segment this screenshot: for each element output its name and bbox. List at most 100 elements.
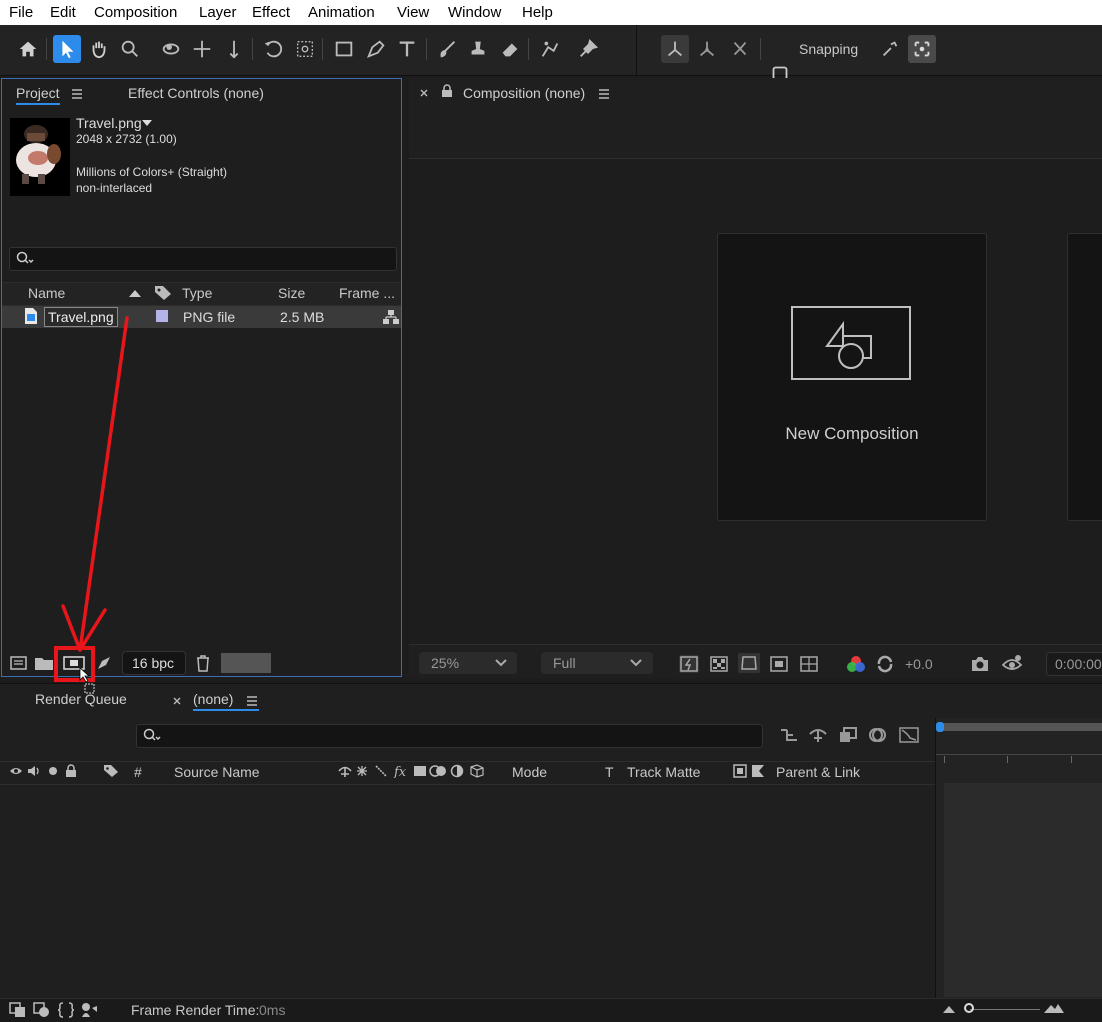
rotation-tool-icon[interactable] bbox=[259, 35, 287, 63]
col-parent-link[interactable]: Parent & Link bbox=[776, 764, 860, 780]
lock-icon[interactable] bbox=[441, 84, 453, 98]
view-axis-icon[interactable] bbox=[726, 35, 754, 63]
panel-menu-icon[interactable] bbox=[245, 694, 259, 708]
label-color-swatch[interactable] bbox=[156, 310, 168, 322]
pen-nib-icon[interactable] bbox=[96, 655, 112, 671]
menu-edit[interactable]: Edit bbox=[50, 4, 76, 21]
zoom-slider-thumb[interactable] bbox=[964, 1003, 974, 1013]
new-composition-card[interactable]: New Composition bbox=[717, 233, 987, 521]
work-area-start-handle[interactable] bbox=[936, 722, 944, 732]
zoom-tool-icon[interactable] bbox=[116, 35, 144, 63]
menu-effect[interactable]: Effect bbox=[252, 4, 290, 21]
transfer-controls-toggle-icon[interactable] bbox=[33, 1002, 51, 1018]
tab-composition[interactable]: Composition (none) bbox=[463, 85, 585, 101]
pen-tool-icon[interactable] bbox=[362, 35, 390, 63]
dropdown-arrow-icon[interactable] bbox=[141, 118, 153, 128]
shy-layers-icon[interactable] bbox=[808, 726, 828, 744]
zoom-out-mountain-icon[interactable] bbox=[942, 1004, 956, 1014]
graph-editor-icon[interactable] bbox=[898, 726, 920, 744]
menu-animation[interactable]: Animation bbox=[308, 4, 375, 21]
col-source-name[interactable]: Source Name bbox=[174, 764, 260, 780]
flowchart-icon[interactable] bbox=[382, 309, 400, 325]
in-out-toggle-icon[interactable] bbox=[57, 1002, 75, 1018]
col-track-matte[interactable]: Track Matte bbox=[627, 764, 700, 780]
type-tool-icon[interactable] bbox=[393, 35, 421, 63]
work-area-bar[interactable] bbox=[937, 723, 1102, 731]
label-tag-icon[interactable] bbox=[103, 764, 119, 778]
grid-guides-icon[interactable] bbox=[799, 655, 819, 673]
region-of-interest-icon[interactable] bbox=[769, 655, 789, 673]
label-tag-icon[interactable] bbox=[154, 285, 172, 301]
world-axis-icon[interactable] bbox=[693, 35, 721, 63]
menu-window[interactable]: Window bbox=[448, 4, 501, 21]
roto-brush-tool-icon[interactable] bbox=[536, 35, 564, 63]
show-snapshot-icon[interactable] bbox=[1001, 653, 1023, 673]
resolution-dropdown[interactable]: Full bbox=[541, 652, 653, 674]
dolly-camera-icon[interactable] bbox=[220, 35, 248, 63]
menu-file[interactable]: File bbox=[9, 4, 33, 21]
close-icon[interactable] bbox=[172, 696, 182, 706]
snap-edges-icon[interactable] bbox=[876, 35, 904, 63]
tab-effect-controls[interactable]: Effect Controls (none) bbox=[128, 85, 264, 101]
timeline-zoom-slider[interactable] bbox=[970, 1009, 1040, 1010]
snapshot-camera-icon[interactable] bbox=[970, 655, 990, 673]
render-time-toggle-icon[interactable] bbox=[80, 1002, 98, 1018]
zoom-in-mountain-icon[interactable] bbox=[1043, 1002, 1065, 1014]
layer-switches-icons[interactable]: fx bbox=[338, 764, 484, 778]
local-axis-icon[interactable] bbox=[661, 35, 689, 63]
clone-stamp-tool-icon[interactable] bbox=[464, 35, 492, 63]
menu-view[interactable]: View bbox=[397, 4, 429, 21]
col-size[interactable]: Size bbox=[278, 285, 305, 301]
new-composition-icon[interactable] bbox=[62, 655, 86, 671]
orbit-camera-icon[interactable] bbox=[157, 35, 185, 63]
brush-tool-icon[interactable] bbox=[434, 35, 462, 63]
col-frame[interactable]: Frame ... bbox=[339, 285, 395, 301]
home-icon[interactable] bbox=[14, 35, 42, 63]
snap-features-icon[interactable] bbox=[908, 35, 936, 63]
exposure-value[interactable]: +0.0 bbox=[905, 656, 933, 672]
channels-icon[interactable] bbox=[845, 654, 867, 674]
panel-menu-icon[interactable] bbox=[597, 87, 611, 101]
trash-icon[interactable] bbox=[195, 654, 211, 672]
audio-speaker-icon[interactable] bbox=[27, 765, 41, 777]
reset-exposure-icon[interactable] bbox=[875, 654, 895, 674]
matte-icons[interactable] bbox=[733, 764, 767, 778]
close-icon[interactable] bbox=[419, 88, 429, 98]
zoom-dropdown[interactable]: 25% bbox=[419, 652, 517, 674]
timecode-field[interactable]: 0:00:00 bbox=[1046, 652, 1102, 676]
tab-project[interactable]: Project bbox=[16, 85, 60, 105]
layer-switches-toggle-icon[interactable] bbox=[9, 1002, 27, 1018]
thumbnail-transparency-swatch[interactable] bbox=[221, 653, 271, 673]
row-name[interactable]: Travel.png bbox=[44, 307, 118, 327]
anchor-point-tool-icon[interactable] bbox=[291, 35, 319, 63]
new-folder-icon[interactable] bbox=[34, 655, 54, 671]
interpret-footage-icon[interactable] bbox=[8, 655, 28, 671]
col-preserve-transparency[interactable]: T bbox=[605, 764, 614, 780]
menu-layer[interactable]: Layer bbox=[199, 4, 237, 21]
rectangle-tool-icon[interactable] bbox=[330, 35, 358, 63]
fast-previews-icon[interactable] bbox=[679, 655, 699, 673]
panel-menu-icon[interactable] bbox=[70, 87, 84, 101]
timeline-search-input[interactable] bbox=[136, 724, 763, 748]
col-type[interactable]: Type bbox=[182, 285, 212, 301]
menu-composition[interactable]: Composition bbox=[94, 4, 177, 21]
composition-flowchart-icon[interactable] bbox=[779, 726, 799, 744]
col-number[interactable]: # bbox=[134, 764, 142, 780]
transparency-grid-icon[interactable] bbox=[709, 655, 729, 673]
motion-blur-icon[interactable] bbox=[868, 726, 888, 744]
lock-icon[interactable] bbox=[65, 764, 77, 777]
open-project-card[interactable] bbox=[1067, 233, 1102, 521]
frame-blending-icon[interactable] bbox=[838, 726, 858, 744]
hand-tool-icon[interactable] bbox=[85, 35, 113, 63]
puppet-pin-tool-icon[interactable] bbox=[574, 35, 602, 63]
sort-ascending-icon[interactable] bbox=[128, 289, 142, 298]
project-search-input[interactable] bbox=[9, 247, 397, 271]
selection-tool-icon[interactable] bbox=[53, 35, 81, 63]
solo-dot-icon[interactable] bbox=[48, 766, 58, 776]
col-name[interactable]: Name bbox=[28, 285, 65, 301]
col-mode[interactable]: Mode bbox=[512, 764, 547, 780]
tab-render-queue[interactable]: Render Queue bbox=[35, 691, 127, 707]
mask-visibility-icon[interactable] bbox=[738, 653, 760, 673]
video-eye-icon[interactable] bbox=[9, 765, 23, 777]
menu-help[interactable]: Help bbox=[522, 4, 553, 21]
